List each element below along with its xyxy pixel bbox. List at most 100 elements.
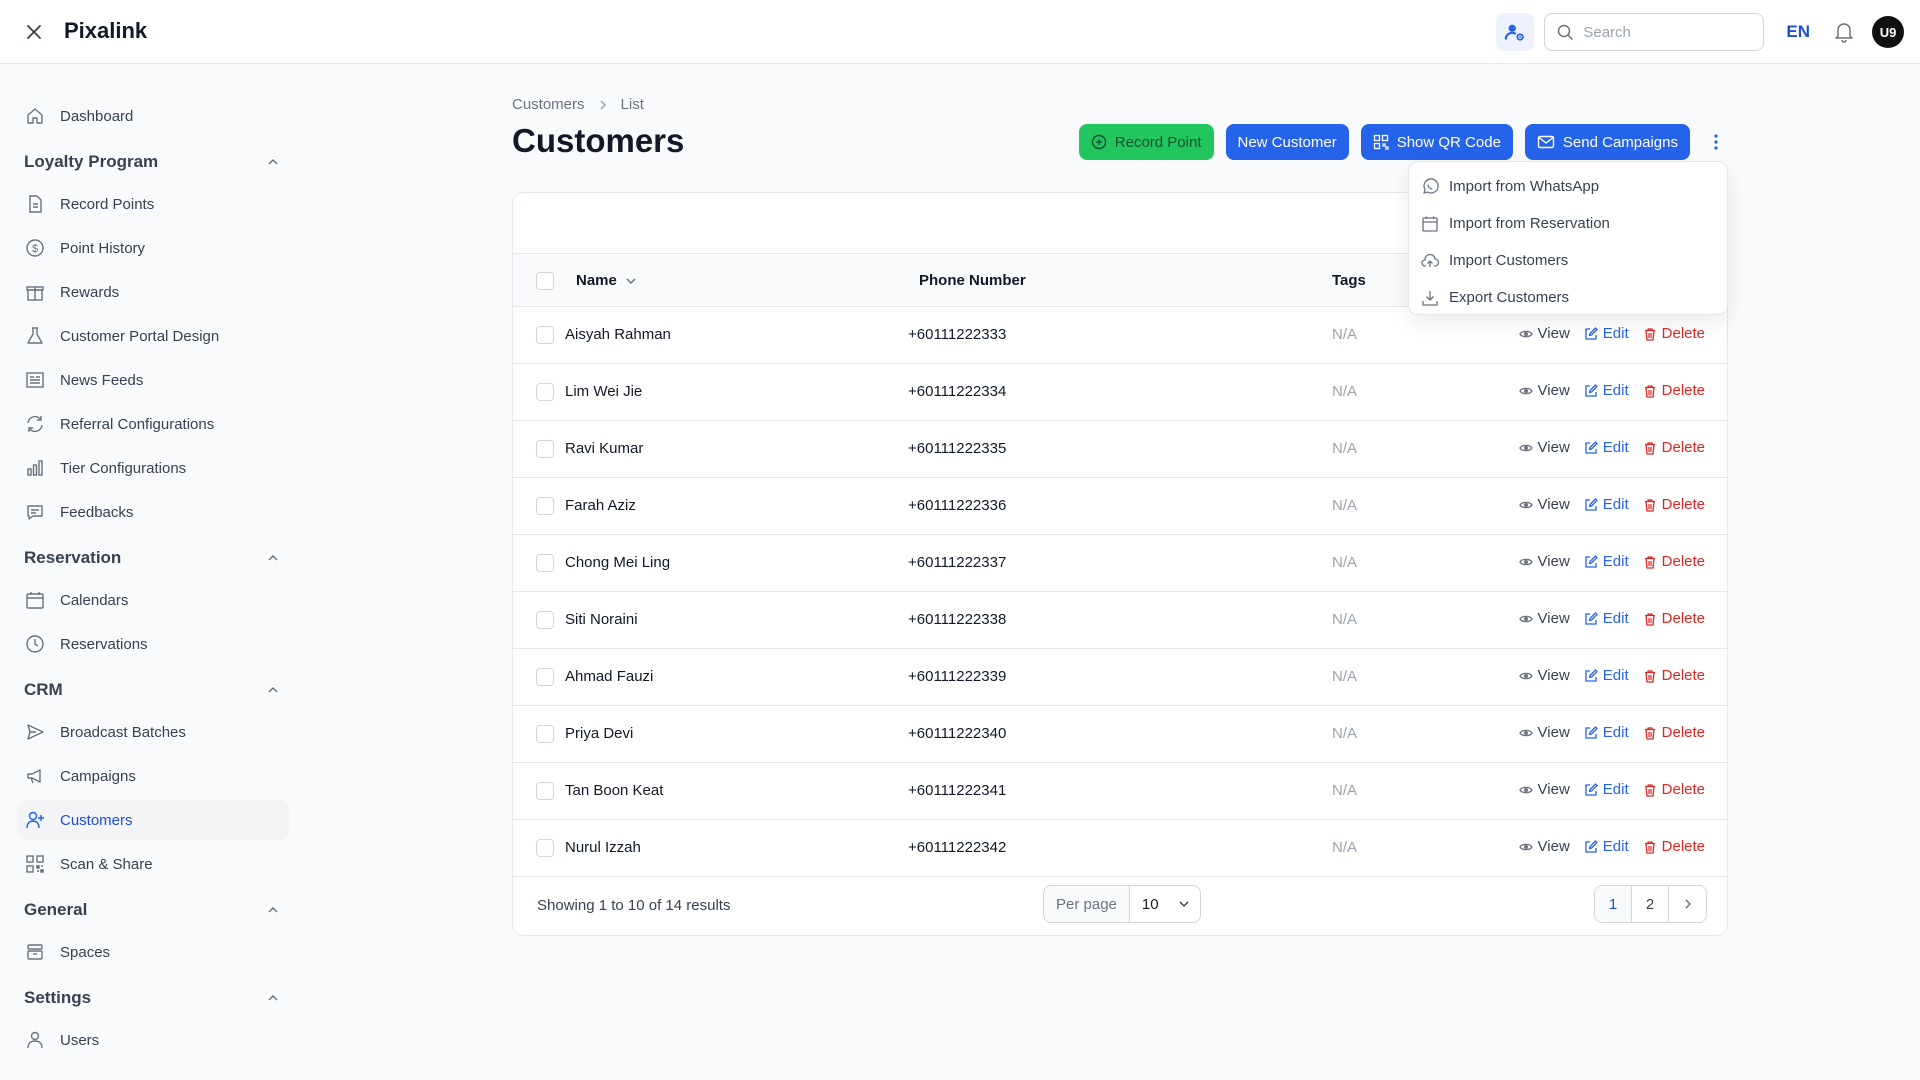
- language-switcher[interactable]: EN: [1786, 22, 1810, 42]
- row-checkbox[interactable]: [536, 839, 554, 857]
- customer-tags: N/A: [1332, 497, 1358, 514]
- menu-item-import-reservation[interactable]: Import from Reservation: [1409, 205, 1727, 242]
- column-header-tags: Tags: [1332, 272, 1366, 289]
- delete-button[interactable]: Delete: [1643, 325, 1705, 342]
- view-button[interactable]: View: [1518, 724, 1570, 741]
- table-row: Ahmad Fauzi +60111222339 N/A View Edit Delete: [513, 649, 1727, 706]
- admin-settings-button[interactable]: [1496, 13, 1535, 51]
- delete-button[interactable]: Delete: [1643, 610, 1705, 627]
- delete-button[interactable]: Delete: [1643, 496, 1705, 513]
- record-point-label: Record Point: [1114, 133, 1202, 151]
- sidebar-item-broadcast-batches[interactable]: Broadcast Batches: [17, 712, 289, 752]
- sidebar-item-customers[interactable]: Customers: [17, 800, 289, 840]
- close-icon[interactable]: [22, 20, 46, 44]
- delete-button[interactable]: Delete: [1643, 667, 1705, 684]
- delete-button[interactable]: Delete: [1643, 838, 1705, 855]
- row-checkbox[interactable]: [536, 326, 554, 344]
- view-button[interactable]: View: [1518, 610, 1570, 627]
- send-campaigns-button[interactable]: Send Campaigns: [1524, 124, 1690, 160]
- show-qr-code-button[interactable]: Show QR Code: [1360, 124, 1513, 160]
- sidebar-item-scan-share[interactable]: Scan & Share: [17, 844, 289, 884]
- edit-button[interactable]: Edit: [1584, 382, 1629, 399]
- search-input[interactable]: [1583, 23, 1754, 41]
- sidebar-group-general[interactable]: General: [24, 895, 280, 925]
- sidebar-item-rewards[interactable]: Rewards: [17, 272, 289, 312]
- delete-button[interactable]: Delete: [1643, 781, 1705, 798]
- menu-item-import-customers[interactable]: Import Customers: [1409, 242, 1727, 279]
- menu-item-export-customers[interactable]: Export Customers: [1409, 279, 1727, 316]
- notifications-bell-icon[interactable]: [1830, 18, 1858, 46]
- sidebar-item-spaces[interactable]: Spaces: [17, 932, 289, 972]
- column-header-label: Name: [576, 272, 617, 289]
- row-checkbox[interactable]: [536, 668, 554, 686]
- search-box[interactable]: [1544, 13, 1765, 51]
- chevron-right-icon: [597, 99, 609, 111]
- row-checkbox[interactable]: [536, 497, 554, 515]
- next-page-button[interactable]: [1669, 886, 1706, 922]
- sidebar-group-reservation[interactable]: Reservation: [24, 543, 280, 573]
- select-all-checkbox[interactable]: [536, 272, 554, 290]
- per-page-select[interactable]: Per page 10: [1043, 885, 1201, 923]
- view-button[interactable]: View: [1518, 553, 1570, 570]
- sidebar-item-point-history[interactable]: $ Point History: [17, 228, 289, 268]
- sidebar-item-referral-configurations[interactable]: Referral Configurations: [17, 404, 289, 444]
- delete-button[interactable]: Delete: [1643, 724, 1705, 741]
- sidebar-group-settings[interactable]: Settings: [24, 983, 280, 1013]
- delete-button[interactable]: Delete: [1643, 382, 1705, 399]
- view-button[interactable]: View: [1518, 382, 1570, 399]
- view-button[interactable]: View: [1518, 838, 1570, 855]
- breadcrumb-parent[interactable]: Customers: [512, 96, 585, 113]
- edit-button[interactable]: Edit: [1584, 439, 1629, 456]
- edit-button[interactable]: Edit: [1584, 838, 1629, 855]
- sidebar-item-campaigns[interactable]: Campaigns: [17, 756, 289, 796]
- sidebar-group-loyalty[interactable]: Loyalty Program: [24, 147, 280, 177]
- customer-phone: +60111222341: [908, 782, 1007, 799]
- view-button[interactable]: View: [1518, 325, 1570, 342]
- menu-item-label: Import from WhatsApp: [1449, 178, 1600, 195]
- sidebar-item-reservations[interactable]: Reservations: [17, 624, 289, 664]
- sidebar-item-label: Tier Configurations: [60, 459, 187, 477]
- cloud-upload-icon: [1421, 253, 1439, 267]
- more-options-kebab-icon[interactable]: [1704, 124, 1728, 160]
- sidebar-item-news-feeds[interactable]: News Feeds: [17, 360, 289, 400]
- view-button[interactable]: View: [1518, 496, 1570, 513]
- page-button-2[interactable]: 2: [1632, 886, 1669, 922]
- menu-item-import-whatsapp[interactable]: Import from WhatsApp: [1409, 168, 1727, 205]
- sidebar-item-dashboard[interactable]: Dashboard: [17, 96, 289, 136]
- page-title: Customers: [512, 122, 685, 159]
- row-checkbox[interactable]: [536, 554, 554, 572]
- edit-button[interactable]: Edit: [1584, 667, 1629, 684]
- edit-label: Edit: [1602, 610, 1629, 627]
- row-checkbox[interactable]: [536, 611, 554, 629]
- new-customer-button[interactable]: New Customer: [1225, 124, 1349, 160]
- view-button[interactable]: View: [1518, 781, 1570, 798]
- edit-button[interactable]: Edit: [1584, 325, 1629, 342]
- per-page-value-dropdown[interactable]: 10: [1130, 896, 1200, 913]
- page-button-1[interactable]: 1: [1595, 886, 1632, 922]
- brand-logo[interactable]: Pixalink: [64, 18, 147, 44]
- sidebar-item-tier-configurations[interactable]: Tier Configurations: [17, 448, 289, 488]
- sidebar-item-users[interactable]: Users: [17, 1020, 289, 1060]
- delete-button[interactable]: Delete: [1643, 439, 1705, 456]
- edit-button[interactable]: Edit: [1584, 553, 1629, 570]
- sidebar-item-feedbacks[interactable]: Feedbacks: [17, 492, 289, 532]
- customer-tags: N/A: [1332, 326, 1358, 343]
- column-header-name[interactable]: Name: [576, 272, 637, 289]
- user-avatar[interactable]: U9: [1872, 16, 1904, 48]
- edit-button[interactable]: Edit: [1584, 724, 1629, 741]
- edit-button[interactable]: Edit: [1584, 496, 1629, 513]
- sidebar-item-calendars[interactable]: Calendars: [17, 580, 289, 620]
- edit-button[interactable]: Edit: [1584, 781, 1629, 798]
- view-button[interactable]: View: [1518, 439, 1570, 456]
- row-checkbox[interactable]: [536, 725, 554, 743]
- view-button[interactable]: View: [1518, 667, 1570, 684]
- delete-button[interactable]: Delete: [1643, 553, 1705, 570]
- edit-button[interactable]: Edit: [1584, 610, 1629, 627]
- row-checkbox[interactable]: [536, 782, 554, 800]
- record-point-button[interactable]: Record Point: [1078, 124, 1214, 160]
- row-checkbox[interactable]: [536, 440, 554, 458]
- sidebar-item-record-points[interactable]: Record Points: [17, 184, 289, 224]
- row-checkbox[interactable]: [536, 383, 554, 401]
- sidebar-item-customer-portal-design[interactable]: Customer Portal Design: [17, 316, 289, 356]
- sidebar-group-crm[interactable]: CRM: [24, 675, 280, 705]
